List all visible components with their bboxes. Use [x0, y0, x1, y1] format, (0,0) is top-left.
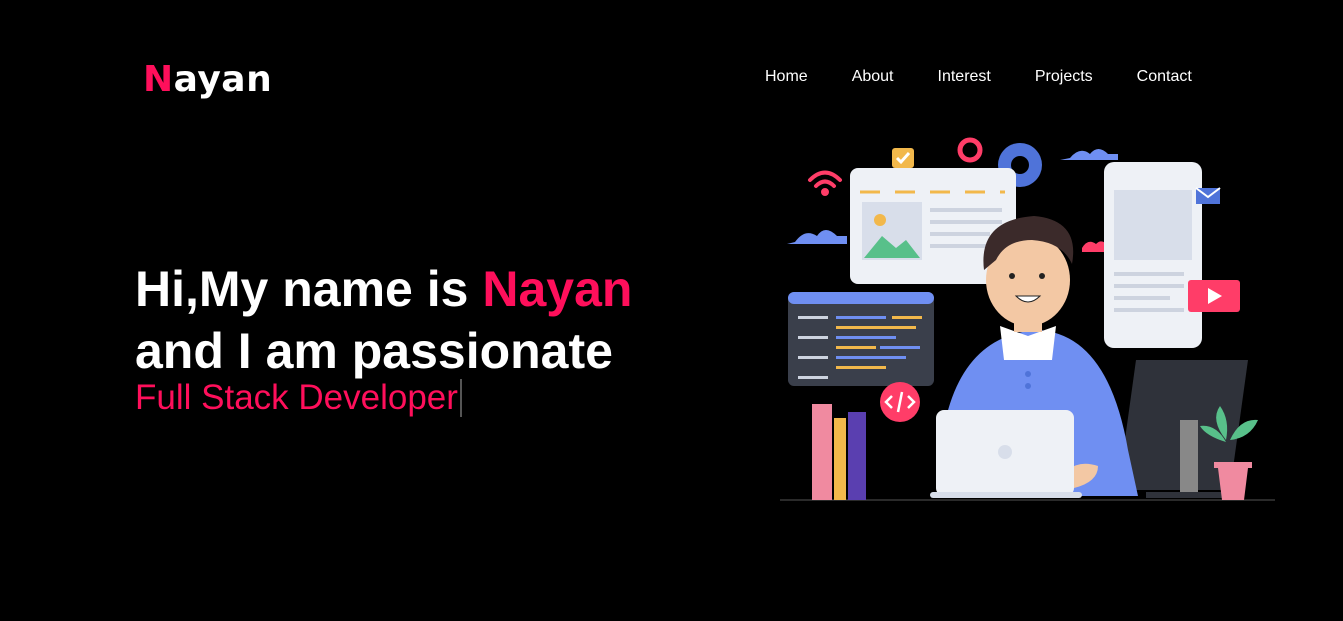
typed-role-text: Full Stack Developer [135, 378, 458, 417]
hero-name: Nayan [482, 261, 633, 317]
video-play-icon [1188, 280, 1240, 312]
books-stack [812, 404, 866, 500]
nav-link-contact[interactable]: Contact [1137, 68, 1192, 86]
phone-card [1104, 162, 1202, 348]
hero-heading: Hi,My name is Nayan and I am passionate [135, 258, 632, 382]
typed-role: Full Stack Developer [135, 378, 632, 418]
nav-link-interest[interactable]: Interest [938, 68, 991, 86]
gear-small-icon [957, 137, 983, 163]
nav-link-home[interactable]: Home [765, 68, 808, 86]
developer-illustration [780, 137, 1275, 501]
nav-link-projects[interactable]: Projects [1035, 68, 1093, 86]
wifi-icon [808, 170, 842, 196]
hero-section: Hi,My name is Nayan and I am passionate … [135, 258, 632, 418]
hero-passion-line: and I am passionate [135, 323, 613, 379]
brand-logo-initial: N [143, 59, 174, 100]
brand-logo-rest: ayan [173, 59, 273, 100]
cloud-left-icon [787, 230, 847, 244]
cloud-top-icon [1060, 149, 1118, 160]
laptop [930, 410, 1082, 498]
hero-greeting: Hi,My name is [135, 261, 483, 317]
nav-link-about[interactable]: About [852, 68, 894, 86]
check-badge-icon [892, 148, 914, 168]
code-tag-icon [880, 382, 920, 422]
main-nav: Home About Interest Projects Contact [765, 68, 1236, 86]
code-editor-panel [788, 292, 934, 386]
mail-icon [1195, 187, 1221, 204]
typing-cursor [459, 379, 462, 417]
brand-logo[interactable]: Nayan [143, 62, 272, 98]
